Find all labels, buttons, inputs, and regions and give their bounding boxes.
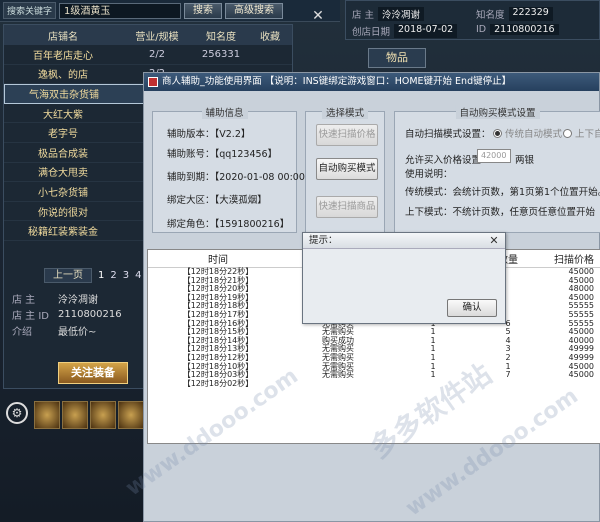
owner-id-key: 店 主 ID bbox=[12, 310, 50, 322]
dialog-title: 提示： bbox=[303, 233, 505, 249]
shop-row[interactable]: 百年老店走心 2/2 256331 bbox=[4, 45, 292, 65]
prompt-dialog: 提示： ✕ 确认 bbox=[302, 232, 506, 324]
advanced-search-button[interactable]: 高级搜索 bbox=[225, 2, 284, 19]
settings-group: 自动购买模式设置 自动扫描模式设置： 传统自动模式 上下自动 允许买入价格设置：… bbox=[394, 105, 600, 233]
assist-title-bar: 商人辅助_功能使用界面 【说明：INS键绑定游戏窗口：HOME键开始 End键停… bbox=[144, 73, 599, 91]
log-header-time: 时间 bbox=[208, 255, 228, 266]
radio-traditional[interactable]: 传统自动模式 bbox=[493, 126, 562, 140]
info-group: 辅助信息 辅助版本：【V2.2】 辅助账号：【qq123456】 辅助到期：【2… bbox=[152, 105, 330, 233]
radio-updown-label: 上下自动 bbox=[575, 129, 600, 140]
shop-scale: 2/2 bbox=[148, 48, 166, 60]
radio-traditional-label: 传统自动模式 bbox=[505, 129, 563, 140]
shop-table-header: 店铺名 营业/规模 知名度 收藏 bbox=[4, 25, 292, 45]
search-button[interactable]: 搜索 bbox=[184, 2, 223, 19]
assist-title: 商人辅助_功能使用界面 【说明：INS键绑定游戏窗口：HOME键开始 End键停… bbox=[162, 76, 512, 87]
store-date-value: 2018-07-02 bbox=[394, 24, 458, 38]
role-text: 绑定角色：【1591800216】 bbox=[167, 219, 290, 230]
radio-traditional-dot[interactable] bbox=[493, 129, 502, 138]
version-text: 辅助版本：【V2.2】 bbox=[167, 129, 251, 140]
skill-slot-icon[interactable] bbox=[34, 401, 60, 429]
price-input-wrap: 42000 bbox=[477, 149, 511, 163]
price-unit: 两银 bbox=[515, 155, 535, 166]
radio-updown[interactable]: 上下自动 bbox=[563, 126, 600, 140]
intro-key: 介绍 bbox=[12, 326, 32, 338]
shop-name: 气海双击杂货铺 bbox=[29, 90, 99, 102]
skill-slot-icon[interactable] bbox=[62, 401, 88, 429]
usage-label: 使用说明： bbox=[405, 169, 453, 180]
updown-desc: 上下模式：不统计页数，任意页任意位置开始 bbox=[405, 207, 596, 218]
page-1[interactable]: 1 bbox=[98, 270, 104, 281]
settings-group-title: 自动购买模式设置 bbox=[455, 105, 540, 119]
follow-equipment-button[interactable]: 关注装备 bbox=[58, 362, 128, 384]
log-row: 【12时18分02秒】 bbox=[148, 378, 600, 389]
dialog-ok-button[interactable]: 确认 bbox=[447, 299, 497, 317]
scan-mode-label: 自动扫描模式设置： bbox=[405, 129, 491, 140]
prev-page-button[interactable]: 上一页 bbox=[44, 267, 92, 283]
mode-group: 选择模式 快速扫描价格 自动购买模式 快速扫描商品 bbox=[305, 105, 385, 233]
shop-name: 逸枫、的店 bbox=[38, 70, 88, 82]
store-fame-value: 222329 bbox=[508, 7, 553, 21]
fast-scan-product-button[interactable]: 快速扫描商品 bbox=[316, 196, 378, 218]
mode-group-title: 选择模式 bbox=[321, 105, 369, 119]
page-4[interactable]: 4 bbox=[135, 270, 141, 281]
shop-name: 极品合成装 bbox=[38, 148, 88, 160]
header-shop-name: 店铺名 bbox=[48, 31, 78, 43]
app-icon bbox=[148, 77, 158, 87]
header-fame: 知名度 bbox=[206, 31, 236, 43]
store-id-key: ID bbox=[476, 24, 487, 35]
log-cell bbox=[388, 380, 478, 389]
store-owner-key: 店 主 bbox=[352, 10, 375, 21]
search-label: 搜索关键字 bbox=[3, 2, 57, 19]
store-id-value: 2110800216 bbox=[490, 24, 559, 35]
shop-name: 小七杂货铺 bbox=[38, 187, 88, 199]
header-favorite: 收藏 bbox=[260, 31, 280, 43]
log-cell: 45000 bbox=[568, 370, 594, 380]
fast-scan-price-button[interactable]: 快速扫描价格 bbox=[316, 124, 378, 146]
intro-value: 最低价~ bbox=[58, 326, 97, 338]
skill-bar bbox=[0, 395, 150, 435]
log-cell: 1 bbox=[430, 370, 436, 380]
auto-buy-mode-button[interactable]: 自动购买模式 bbox=[316, 158, 378, 180]
page-2[interactable]: 2 bbox=[110, 270, 116, 281]
search-bar: 搜索关键字 1级酒黄玉 搜索 高级搜索 bbox=[0, 0, 340, 22]
owner-key: 店 主 bbox=[12, 294, 36, 306]
skill-slot-icon[interactable] bbox=[90, 401, 116, 429]
log-cell: 7 bbox=[505, 370, 511, 380]
page-3[interactable]: 3 bbox=[123, 270, 129, 281]
shop-name: 秘籍红装紫装金 bbox=[28, 227, 98, 239]
shop-name: 你说的很对 bbox=[38, 207, 88, 219]
header-scale: 营业/规模 bbox=[135, 31, 179, 43]
skill-slot-icon[interactable] bbox=[118, 401, 144, 429]
shop-name: 百年老店走心 bbox=[33, 50, 93, 62]
radio-updown-dot[interactable] bbox=[563, 129, 572, 138]
log-header-price: 扫描价格 bbox=[554, 255, 594, 266]
info-group-title: 辅助信息 bbox=[201, 105, 248, 119]
dialog-close-icon[interactable]: ✕ bbox=[487, 234, 501, 248]
owner-id-value: 2110800216 bbox=[58, 308, 122, 320]
shop-name: 大红大紫 bbox=[43, 109, 83, 121]
shop-name: 老字号 bbox=[48, 129, 78, 141]
traditional-desc: 传统模式：会统计页数，第1页第1个位置开始。 bbox=[405, 187, 600, 198]
shop-fame: 256331 bbox=[201, 48, 241, 60]
tab-items[interactable]: 物品 bbox=[368, 48, 426, 68]
log-cell: 【12时18分02秒】 bbox=[182, 378, 254, 388]
region-text: 绑定大区：【大漠孤烟】 bbox=[167, 195, 267, 206]
store-fame-key: 知名度 bbox=[476, 10, 505, 21]
account-text: 辅助账号：【qq123456】 bbox=[167, 149, 278, 160]
store-date-key: 创店日期 bbox=[352, 27, 391, 38]
log-cell bbox=[478, 380, 538, 389]
close-icon[interactable]: ✕ bbox=[310, 8, 326, 24]
store-owner-value: 泠泠凋谢 bbox=[378, 7, 425, 21]
log-cell bbox=[538, 380, 598, 389]
price-input[interactable]: 42000 bbox=[477, 149, 511, 163]
shop-name: 满仓大甩卖 bbox=[38, 168, 88, 180]
log-cell: 无需购买 bbox=[322, 370, 354, 380]
log-cell bbox=[288, 380, 388, 389]
owner-value: 泠泠凋谢 bbox=[58, 294, 98, 306]
search-input[interactable]: 1级酒黄玉 bbox=[59, 2, 182, 19]
store-info-panel: 店 主泠泠凋谢 知名度 222329 创店日期 2018-07-02 ID 21108… bbox=[345, 0, 600, 40]
